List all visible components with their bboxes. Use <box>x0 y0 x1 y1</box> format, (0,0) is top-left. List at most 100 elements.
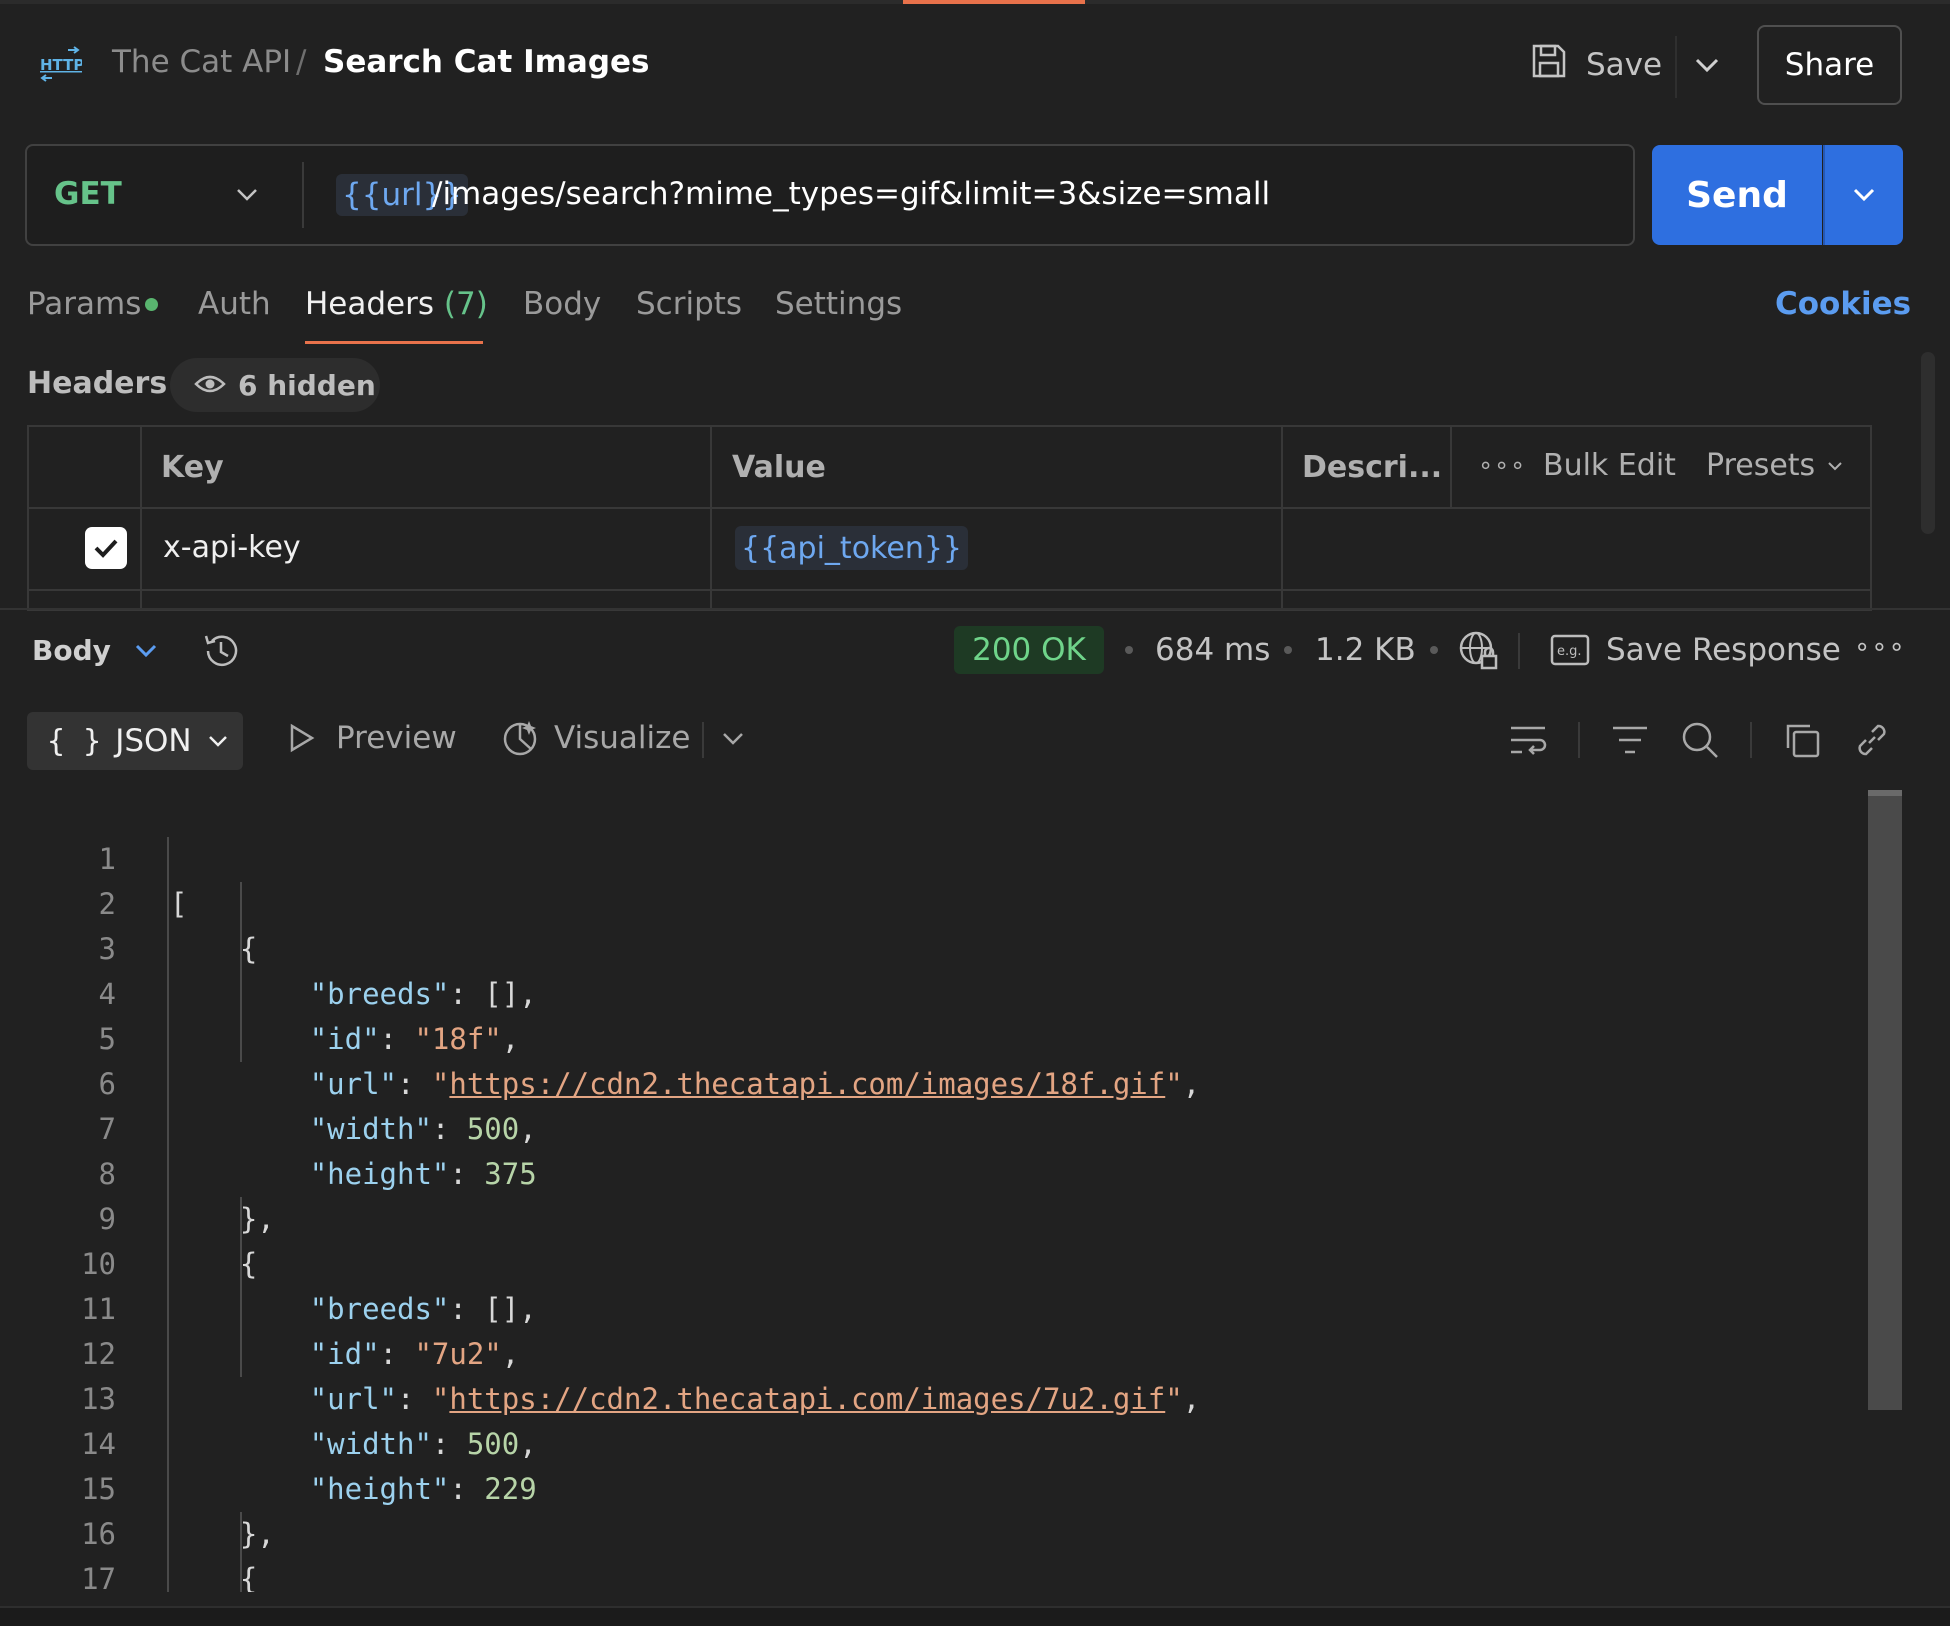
more-options-icon[interactable]: ∘∘∘ <box>1478 451 1526 479</box>
history-icon[interactable] <box>200 630 242 672</box>
scrollbar[interactable] <box>1921 352 1935 534</box>
save-response-button[interactable]: Save Response <box>1606 632 1841 668</box>
search-icon[interactable] <box>1680 720 1720 760</box>
column-header-description: Descri... <box>1302 450 1443 485</box>
code-line: 16 { <box>0 1467 1870 1592</box>
visualize-label: Visualize <box>554 720 691 756</box>
header-enabled-checkbox[interactable] <box>85 527 127 569</box>
code-line: 17 "breeds": [], <box>0 1512 1870 1592</box>
code-line: 5 "url": "https://cdn2.thecatapi.com/ima… <box>0 972 1870 1101</box>
column-divider <box>1450 425 1452 507</box>
tab-scripts[interactable]: Scripts <box>636 286 742 322</box>
svg-text:HTTP: HTTP <box>40 56 82 74</box>
response-body-label: Body <box>32 634 111 667</box>
braces-icon: { } <box>47 723 102 759</box>
link-icon[interactable] <box>1852 720 1892 760</box>
column-header-key: Key <box>161 450 224 485</box>
code-scrollbar[interactable] <box>1868 790 1902 1410</box>
breadcrumb-collection[interactable]: The Cat API <box>112 44 291 80</box>
tab-auth[interactable]: Auth <box>198 286 271 322</box>
send-options-button[interactable] <box>1823 145 1903 245</box>
copy-icon[interactable] <box>1782 720 1822 760</box>
code-line: 2 { <box>0 837 1870 966</box>
presets-label: Presets <box>1706 448 1816 483</box>
preview-button[interactable]: Preview <box>288 720 457 756</box>
chevron-down-icon[interactable] <box>718 724 748 754</box>
share-button[interactable]: Share <box>1757 25 1902 105</box>
divider <box>1675 36 1677 98</box>
breadcrumb-separator: / <box>296 44 307 80</box>
save-button[interactable]: Save <box>1530 40 1662 90</box>
code-line: 9 { <box>0 1152 1870 1281</box>
header-value-cell[interactable]: {{api_token}} <box>735 526 969 570</box>
tab-headers-count: (7) <box>443 286 488 322</box>
row-divider <box>27 507 1872 509</box>
hidden-count: 6 hidden <box>238 368 376 402</box>
code-scrollbar-thumb[interactable] <box>1868 790 1902 796</box>
separator-dot <box>1430 646 1438 654</box>
status-badge[interactable]: 200 OK <box>954 626 1104 674</box>
network-globe-lock-icon[interactable] <box>1458 630 1500 672</box>
chevron-down-icon[interactable] <box>232 180 262 210</box>
row-divider <box>27 589 1872 591</box>
column-divider <box>1281 425 1283 611</box>
format-label: JSON <box>115 723 192 759</box>
http-icon: HTTP <box>38 46 84 82</box>
code-line: 18 "id": "8lg", <box>0 1557 1870 1592</box>
visualize-button[interactable]: Visualize <box>500 718 691 758</box>
code-line: 15 }, <box>0 1422 1870 1551</box>
chevron-down-icon <box>135 644 156 657</box>
wrap-lines-icon[interactable] <box>1508 720 1548 760</box>
tab-settings[interactable]: Settings <box>775 286 902 322</box>
divider <box>702 722 704 758</box>
request-title[interactable]: Search Cat Images <box>323 44 650 80</box>
code-line: 6 "width": 500, <box>0 1017 1870 1146</box>
column-header-value: Value <box>732 450 826 485</box>
chevron-down-icon <box>208 736 227 747</box>
format-dropdown[interactable]: { } JSON <box>27 712 243 770</box>
code-line: 14 "height": 229 <box>0 1377 1870 1506</box>
chevron-down-icon <box>1828 461 1842 470</box>
divider <box>1750 722 1752 758</box>
response-code-viewer[interactable]: 1 [ 2 { 3 "breeds": [], 4 "id": "18f", 5… <box>0 792 1870 1592</box>
active-tab-indicator <box>903 0 1085 4</box>
eye-icon <box>194 369 226 402</box>
code-line: 13 "width": 500, <box>0 1332 1870 1461</box>
params-indicator-dot <box>145 298 158 311</box>
cookies-link[interactable]: Cookies <box>1775 286 1911 322</box>
code-line: 11 "id": "7u2", <box>0 1242 1870 1371</box>
save-label: Save <box>1586 47 1663 83</box>
tab-params[interactable]: Params <box>27 286 141 322</box>
headers-title: Headers <box>27 366 168 401</box>
tab-headers-label: Headers <box>305 286 435 322</box>
pane-divider[interactable] <box>0 608 1950 610</box>
separator-dot <box>1284 646 1292 654</box>
send-button[interactable]: Send <box>1652 145 1822 245</box>
visualize-icon <box>503 721 537 756</box>
filter-icon[interactable] <box>1610 720 1650 760</box>
response-size[interactable]: 1.2 KB <box>1315 632 1416 668</box>
tab-body[interactable]: Body <box>523 286 601 322</box>
response-time[interactable]: 684 ms <box>1155 632 1270 668</box>
tab-headers[interactable]: Headers (7) <box>305 286 488 322</box>
column-divider <box>710 425 712 611</box>
url-input[interactable]: /images/search?mime_types=gif&limit=3&si… <box>432 176 1270 212</box>
checkmark-icon <box>94 539 118 558</box>
response-body-dropdown[interactable]: Body <box>32 634 159 667</box>
play-icon <box>290 723 315 753</box>
separator-dot <box>1125 646 1133 654</box>
more-options-icon[interactable]: ∘∘∘ <box>1854 632 1906 662</box>
save-response-icon: e.g. <box>1550 634 1590 666</box>
divider <box>302 162 304 228</box>
code-line: 3 "breeds": [], <box>0 882 1870 1011</box>
hidden-headers-toggle[interactable]: 6 hidden <box>170 358 380 412</box>
save-icon <box>1530 42 1568 88</box>
header-key-cell[interactable]: x-api-key <box>163 530 301 565</box>
method-select[interactable]: GET <box>54 176 122 212</box>
status-bar <box>0 1606 1950 1626</box>
presets-dropdown[interactable]: Presets <box>1706 448 1845 483</box>
save-options-chevron-icon[interactable] <box>1692 46 1722 84</box>
bulk-edit-button[interactable]: Bulk Edit <box>1543 448 1676 483</box>
code-line: 10 "breeds": [], <box>0 1197 1870 1326</box>
preview-label: Preview <box>336 720 457 756</box>
